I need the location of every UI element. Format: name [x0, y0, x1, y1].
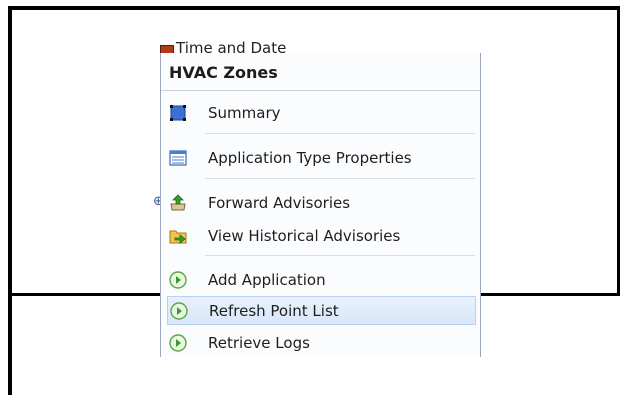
background-menu-item-label: Time and Date — [176, 39, 287, 53]
menu-separator — [205, 133, 475, 134]
menu-separator — [205, 255, 475, 256]
green-arrow-icon — [169, 334, 187, 352]
historical-advisories-icon — [169, 230, 187, 244]
clock-icon — [160, 45, 174, 53]
menu-item-application-type-properties[interactable]: Application Type Properties — [163, 145, 475, 171]
summary-icon — [170, 105, 186, 121]
menu-separator — [205, 178, 475, 179]
context-menu: HVAC Zones Summary Application Type Prop… — [160, 53, 481, 357]
green-arrow-icon — [169, 271, 187, 289]
menu-item-view-historical-advisories[interactable]: View Historical Advisories — [163, 223, 475, 249]
menu-item-refresh-point-list[interactable]: Refresh Point List — [167, 296, 476, 325]
menu-item-label: View Historical Advisories — [208, 227, 401, 245]
menu-item-retrieve-logs[interactable]: Retrieve Logs — [163, 330, 475, 356]
menu-item-summary[interactable]: Summary — [163, 100, 475, 126]
frame-border-right — [617, 6, 620, 296]
menu-title: HVAC Zones — [169, 63, 278, 82]
frame-border-top — [8, 6, 620, 10]
frame-border-left — [8, 6, 12, 395]
menu-divider — [161, 90, 480, 91]
menu-item-forward-advisories[interactable]: Forward Advisories — [163, 190, 475, 216]
properties-list-icon — [169, 150, 187, 166]
menu-item-label: Add Application — [208, 271, 326, 289]
menu-item-add-application[interactable]: Add Application — [163, 267, 475, 293]
menu-item-label: Retrieve Logs — [208, 334, 310, 352]
menu-item-label: Forward Advisories — [208, 194, 351, 212]
menu-item-label: Refresh Point List — [209, 302, 339, 320]
menu-item-label: Summary — [208, 104, 281, 122]
forward-advisories-icon — [170, 194, 186, 211]
menu-item-label: Application Type Properties — [208, 149, 412, 167]
green-arrow-icon — [170, 302, 188, 320]
background-menu-item: Time and Date — [160, 36, 310, 53]
